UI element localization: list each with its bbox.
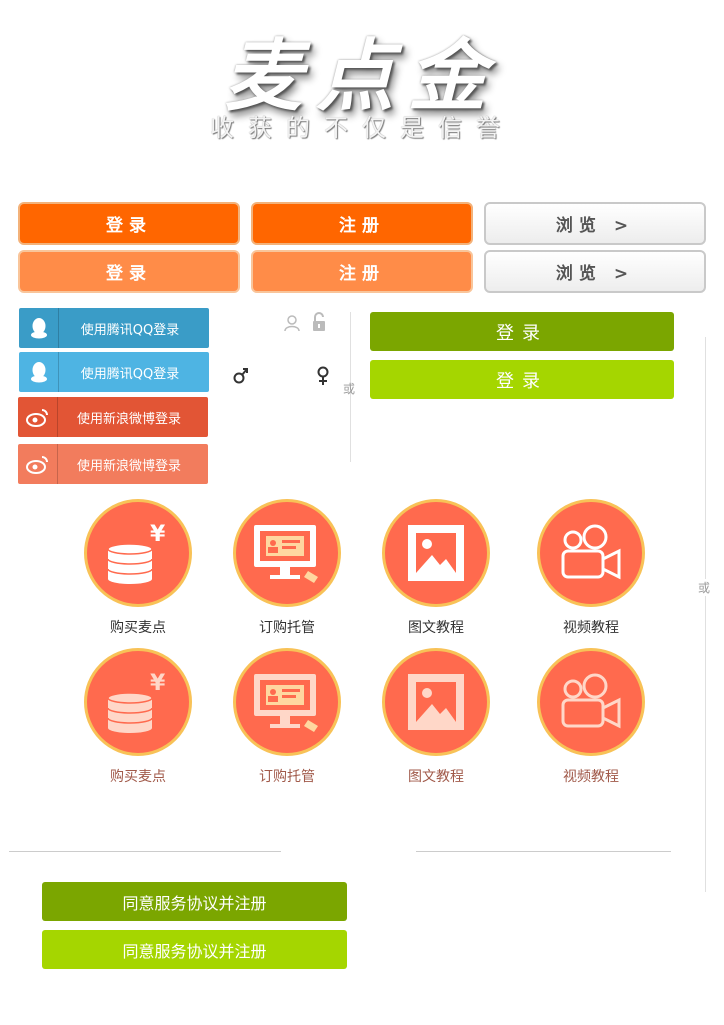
or-label-right: 或 (698, 579, 711, 596)
feature-label: 图文教程 (408, 769, 464, 785)
agree-register-button[interactable]: 同意服务协议并注册 (42, 882, 347, 921)
weibo-icon (18, 444, 58, 484)
browse-button-hover[interactable]: 浏览 > (484, 250, 706, 293)
weibo-login-button[interactable]: 使用新浪微博登录 (18, 397, 208, 437)
qq-login-label: 使用腾讯QQ登录 (80, 322, 180, 338)
female-icon (316, 366, 330, 390)
register-button[interactable]: 注册 (251, 202, 473, 245)
feature-video-tutorial-hover[interactable]: 视频教程 (531, 648, 651, 786)
feature-hosting-hover[interactable]: 订购托管 (227, 648, 347, 786)
monitor-id-card-icon (233, 499, 341, 607)
feature-label: 视频教程 (563, 620, 619, 636)
feature-label: 视频教程 (563, 769, 619, 785)
monitor-id-card-icon (233, 648, 341, 756)
svg-text:¥: ¥ (150, 522, 166, 547)
weibo-icon (18, 397, 58, 437)
feature-image-tutorial-hover[interactable]: 图文教程 (376, 648, 496, 786)
feature-image-tutorial[interactable]: 图文教程 (376, 499, 496, 637)
coins-yen-icon: ¥ (84, 648, 192, 756)
right-divider (705, 337, 706, 892)
svg-text:¥: ¥ (150, 671, 166, 696)
horizontal-divider-right (416, 851, 671, 852)
feature-label: 图文教程 (408, 620, 464, 636)
weibo-login-label: 使用新浪微博登录 (76, 411, 181, 427)
picture-icon (382, 499, 490, 607)
login-button[interactable]: 登录 (18, 202, 240, 245)
feature-label: 购买麦点 (110, 769, 166, 785)
feature-label: 订购托管 (259, 769, 315, 785)
qq-login-label: 使用腾讯QQ登录 (80, 366, 180, 382)
browse-button[interactable]: 浏览 > (484, 202, 706, 245)
picture-icon (382, 648, 490, 756)
feature-hosting[interactable]: 订购托管 (227, 499, 347, 637)
feature-buy-points-hover[interactable]: ¥ 购买麦点 (78, 648, 198, 786)
qq-penguin-icon (19, 308, 59, 348)
qq-login-button-hover[interactable]: 使用腾讯QQ登录 (19, 352, 209, 392)
user-icon (283, 314, 301, 336)
feature-buy-points[interactable]: ¥ 购买麦点 (78, 499, 198, 637)
logo-slogan: 收获的不仅是信誉 (210, 114, 514, 142)
login-button-hover[interactable]: 登录 (18, 250, 240, 293)
feature-label: 订购托管 (259, 620, 315, 636)
feature-video-tutorial[interactable]: 视频教程 (531, 499, 651, 637)
unlock-icon (311, 312, 327, 336)
feature-label: 购买麦点 (110, 620, 166, 636)
video-camera-icon (537, 648, 645, 756)
coins-yen-icon: ¥ (84, 499, 192, 607)
qq-penguin-icon (19, 352, 59, 392)
green-login-button[interactable]: 登录 (370, 312, 674, 351)
video-camera-icon (537, 499, 645, 607)
register-button-hover[interactable]: 注册 (251, 250, 473, 293)
horizontal-divider-left (9, 851, 281, 852)
or-label: 或 (343, 382, 356, 396)
weibo-login-label: 使用新浪微博登录 (76, 458, 181, 474)
weibo-login-button-hover[interactable]: 使用新浪微博登录 (18, 444, 208, 484)
green-login-button-hover[interactable]: 登录 (370, 360, 674, 399)
qq-login-button[interactable]: 使用腾讯QQ登录 (19, 308, 209, 348)
male-icon (233, 366, 249, 388)
agree-register-button-hover[interactable]: 同意服务协议并注册 (42, 930, 347, 969)
